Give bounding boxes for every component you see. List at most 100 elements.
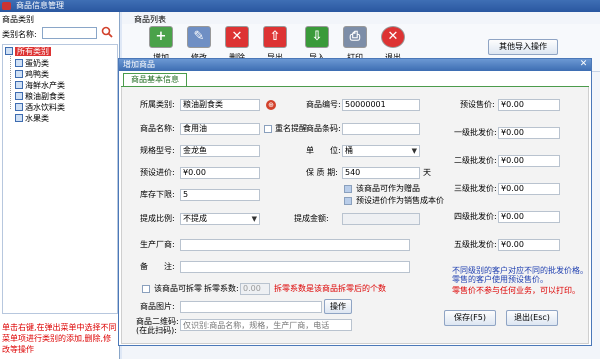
spec-field[interactable]: 金龙鱼: [180, 145, 260, 157]
remark-field[interactable]: [180, 261, 410, 273]
search-icon[interactable]: [101, 26, 113, 38]
product-name-field[interactable]: 食用油: [180, 123, 260, 135]
tree-item[interactable]: 酒水饮料类: [15, 103, 65, 113]
dialog-title-text: 增加商品: [123, 60, 155, 69]
code-field-label: 商品编号:: [306, 100, 341, 109]
close-icon[interactable]: ✕: [578, 60, 589, 69]
price-field[interactable]: ¥0.00: [498, 239, 560, 251]
category-icon: [15, 114, 23, 122]
chevron-down-icon: ▼: [251, 215, 257, 223]
product-code-field[interactable]: 50000001: [342, 99, 420, 111]
tree-item-label: 鸡鸭类: [25, 70, 49, 79]
stock-min-field[interactable]: 5: [180, 189, 260, 201]
tree-item[interactable]: 蛋奶类: [15, 59, 49, 69]
category-icon: [15, 92, 23, 100]
other-import-button[interactable]: 其他导入操作: [488, 39, 558, 55]
dialog-body: 所属类别: 粮油副食类 ⊕ 商品编号: 50000001 预设售价: ¥0.00…: [121, 87, 589, 344]
price-label: 五级批发价:: [454, 240, 497, 249]
manufacturer-field[interactable]: [180, 239, 410, 251]
category-hint: 单击右键,在弹出菜单中选择不同菜单项进行类别的添加,删除,修改等操作: [2, 323, 117, 354]
manufacturer-label: 生产厂商:: [140, 240, 175, 249]
category-tree: 所有类别 蛋奶类 鸡鸭类 海鲜水产类 粮油副食类 酒水饮料类 水果类: [2, 44, 118, 314]
unit-select[interactable]: 桶 ▼: [342, 145, 420, 157]
category-panel: 商品类别 类别名称: 所有类别 蛋奶类 鸡鸭类 海鲜水产类 粮油副食类 酒水饮料…: [0, 12, 120, 359]
tree-item-label: 蛋奶类: [25, 59, 49, 68]
add-icon: +: [149, 26, 173, 48]
dup-remind-checkbox[interactable]: [264, 125, 272, 133]
category-picker-icon[interactable]: ⊕: [266, 100, 276, 110]
price-field[interactable]: ¥0.00: [498, 127, 560, 139]
commission-ratio-select[interactable]: 不提成 ▼: [180, 213, 260, 225]
category-panel-title: 商品类别: [2, 15, 34, 24]
window-title: 商品信息管理: [16, 1, 64, 10]
shelf-life-unit: 天: [423, 168, 431, 177]
tree-item[interactable]: 海鲜水产类: [15, 81, 65, 91]
commission-amount-field[interactable]: [342, 213, 420, 225]
category-field-label: 所属类别:: [140, 100, 175, 109]
export-icon: ⇧: [263, 26, 287, 48]
barcode-field-label: 商品条码:: [306, 124, 341, 133]
tree-item[interactable]: 水果类: [15, 114, 49, 124]
price-field[interactable]: ¥0.00: [498, 99, 560, 111]
category-icon: [15, 81, 23, 89]
as-gift-checkbox[interactable]: [344, 185, 352, 193]
price-label: 二级批发价:: [454, 156, 497, 165]
price-label: 四级批发价:: [454, 212, 497, 221]
category-name-label: 类别名称:: [2, 30, 37, 39]
purchase-price-field[interactable]: ¥0.00: [180, 167, 260, 179]
split-factor-field[interactable]: 0.00: [240, 283, 270, 295]
barcode-field[interactable]: [342, 123, 420, 135]
tree-item-label: 酒水饮料类: [25, 103, 65, 112]
import-icon: ⇩: [305, 26, 329, 48]
price-note-3: 零售价不参与任何业务，可以打印。: [452, 286, 580, 295]
dialog-title: 增加商品: [119, 59, 591, 71]
tree-item[interactable]: 粮油副食类: [15, 92, 65, 102]
price-label: 预设售价:: [460, 100, 495, 109]
purchase-price-label: 预设进价:: [140, 168, 175, 177]
tree-item-label: 海鲜水产类: [25, 81, 65, 90]
price-label: 一级批发价:: [454, 128, 497, 137]
as-gift-label: 该商品可作为赠品: [356, 184, 420, 193]
dialog-exit-button[interactable]: 退出(Esc): [506, 310, 558, 326]
image-field[interactable]: [180, 301, 322, 313]
as-cost-checkbox[interactable]: [344, 197, 352, 205]
unit-field-label: 单 位:: [306, 146, 341, 155]
shelf-life-field[interactable]: 540: [342, 167, 420, 179]
window-titlebar: 商品信息管理: [0, 0, 600, 12]
chevron-down-icon: ▼: [411, 147, 417, 155]
tree-item[interactable]: 鸡鸭类: [15, 70, 49, 80]
shelf-life-label: 保 质 期:: [306, 168, 338, 177]
app-icon: [2, 2, 11, 10]
category-name-input[interactable]: [42, 27, 97, 39]
price-field[interactable]: ¥0.00: [498, 183, 560, 195]
delete-icon: ✕: [225, 26, 249, 48]
commission-amount-label: 提成金额:: [294, 214, 329, 223]
category-icon: [15, 103, 23, 111]
save-button[interactable]: 保存(F5): [444, 310, 496, 326]
category-field[interactable]: 粮油副食类: [180, 99, 260, 111]
tree-root[interactable]: 所有类别: [5, 47, 51, 57]
tab-basic-info[interactable]: 商品基本信息: [123, 73, 187, 86]
splittable-checkbox[interactable]: [142, 285, 150, 293]
splittable-label: 该商品可拆零: [154, 284, 202, 293]
price-label: 三级批发价:: [454, 184, 497, 193]
tree-item-label: 水果类: [25, 114, 49, 123]
name-field-label: 商品名称:: [140, 124, 175, 133]
qrcode-label: 商品二维码:: [136, 317, 179, 326]
folder-icon: [5, 47, 13, 55]
tree-connector: [10, 53, 11, 109]
qrcode-input[interactable]: [180, 319, 352, 331]
dup-remind-label: 重名提醒: [275, 124, 307, 133]
image-operate-button[interactable]: 操作: [324, 299, 352, 314]
as-cost-label: 预设进价作为销售成本价: [356, 196, 444, 205]
unit-value: 桶: [345, 146, 353, 155]
qrcode-sub-label: (在此扫码):: [136, 326, 177, 335]
price-field[interactable]: ¥0.00: [498, 155, 560, 167]
edit-icon: ✎: [187, 26, 211, 48]
split-factor-label: 拆零系数:: [204, 284, 239, 293]
commission-ratio-label: 提成比例:: [140, 214, 175, 223]
add-product-dialog: 增加商品 ✕ 商品基本信息 所属类别: 粮油副食类 ⊕ 商品编号: 500000…: [118, 58, 592, 346]
image-label: 商品图片:: [140, 302, 175, 311]
price-field[interactable]: ¥0.00: [498, 211, 560, 223]
category-icon: [15, 59, 23, 67]
